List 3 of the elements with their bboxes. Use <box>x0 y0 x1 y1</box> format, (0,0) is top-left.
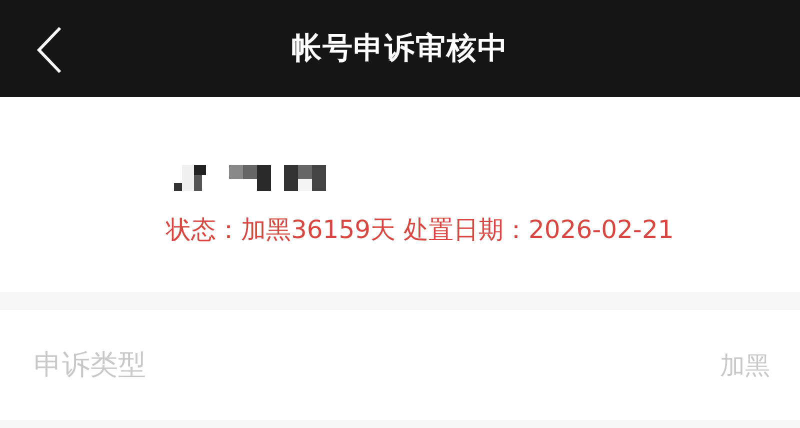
page-title: 帐号申诉审核中 <box>292 30 508 68</box>
back-icon[interactable] <box>36 26 62 74</box>
status-text: 状态：加黑36159天 处置日期：2026-02-21 <box>166 214 675 246</box>
